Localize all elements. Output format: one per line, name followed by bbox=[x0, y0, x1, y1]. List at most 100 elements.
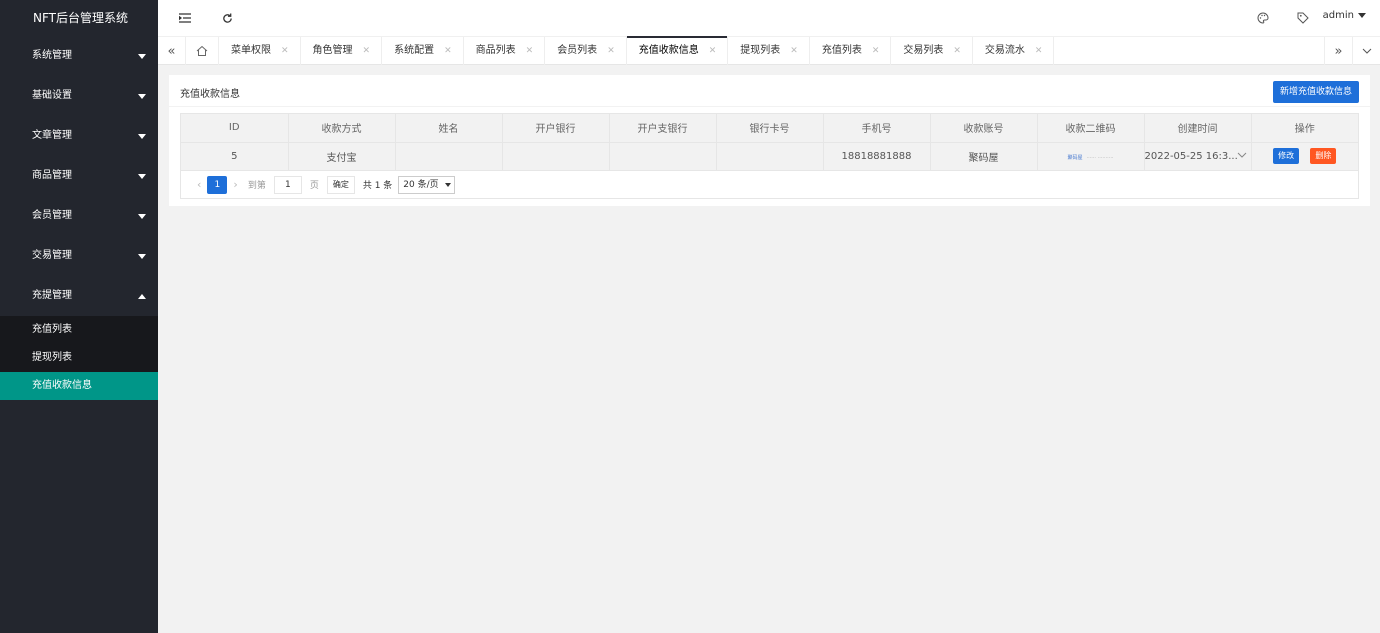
tab-trade-flow[interactable]: 交易流水 ✕ bbox=[973, 37, 1055, 65]
column-header[interactable]: 银行卡号 bbox=[716, 114, 824, 143]
goto-confirm-button[interactable]: 确定 bbox=[326, 175, 355, 194]
tab-label: 交易流水 bbox=[984, 45, 1025, 56]
cell-phone: 18818881888 bbox=[823, 142, 931, 170]
tab-trade-list[interactable]: 交易列表 ✕ bbox=[891, 37, 973, 65]
tab-label: 提现列表 bbox=[740, 45, 781, 56]
column-header[interactable]: 手机号 bbox=[823, 114, 931, 143]
tab-label: 商品列表 bbox=[475, 45, 516, 56]
page-current[interactable]: 1 bbox=[207, 175, 228, 194]
pagination: ‹ 1 › 到第 1 页 确定 共 1 条 20 条/页 bbox=[181, 170, 1358, 198]
tab-goods-list[interactable]: 商品列表 ✕ bbox=[464, 37, 546, 65]
sidebar-item-label: 系统管理 bbox=[32, 50, 72, 61]
qr-code-image[interactable]: 聚码屋 ······ ·········· bbox=[1067, 155, 1113, 161]
cell-branch bbox=[609, 142, 717, 170]
column-header[interactable]: 创建时间 bbox=[1144, 114, 1252, 143]
cell-actions: 修改 删除 bbox=[1251, 142, 1358, 170]
refresh-icon[interactable] bbox=[218, 9, 236, 27]
close-icon[interactable]: ✕ bbox=[281, 46, 289, 56]
menu-fold-icon[interactable] bbox=[176, 9, 194, 27]
close-icon[interactable]: ✕ bbox=[953, 46, 961, 56]
tab-label: 会员列表 bbox=[557, 45, 598, 56]
close-icon[interactable]: ✕ bbox=[790, 46, 798, 56]
caret-up-icon bbox=[138, 294, 146, 299]
tab-menu-permission[interactable]: 菜单权限 ✕ bbox=[219, 37, 301, 65]
cell-method: 支付宝 bbox=[288, 142, 396, 170]
table-row[interactable]: 5 支付宝 18818881888 聚码屋 聚码屋 ······ ········… bbox=[181, 142, 1358, 170]
caret-down-icon bbox=[1358, 12, 1366, 18]
sidebar-item-recharge[interactable]: 充提管理 bbox=[0, 276, 158, 316]
column-header[interactable]: 开户支银行 bbox=[609, 114, 717, 143]
cell-card bbox=[716, 142, 824, 170]
column-header[interactable]: 开户银行 bbox=[502, 114, 610, 143]
close-icon[interactable]: ✕ bbox=[444, 46, 452, 56]
data-table: ID 收款方式 姓名 开户银行 开户支银行 银行卡号 手机号 收款账号 收款二维… bbox=[180, 113, 1359, 199]
tab-system-config[interactable]: 系统配置 ✕ bbox=[382, 37, 464, 65]
close-icon[interactable]: ✕ bbox=[872, 46, 880, 56]
tag-icon[interactable] bbox=[1294, 9, 1312, 27]
home-icon[interactable] bbox=[186, 37, 219, 65]
sidebar-item-goods[interactable]: 商品管理 bbox=[0, 156, 158, 196]
sidebar-item-label: 基础设置 bbox=[32, 90, 72, 101]
close-icon[interactable]: ✕ bbox=[607, 46, 615, 56]
add-recharge-info-button[interactable]: 新增充值收款信息 bbox=[1272, 81, 1359, 103]
sidebar-subitem-withdraw-list[interactable]: 提现列表 bbox=[0, 344, 158, 372]
tab-withdraw-list[interactable]: 提现列表 ✕ bbox=[728, 37, 810, 65]
cell-account: 聚码屋 bbox=[930, 142, 1038, 170]
goto-page-input[interactable]: 1 bbox=[273, 175, 302, 194]
column-header[interactable]: 收款方式 bbox=[288, 114, 396, 143]
sidebar-item-article[interactable]: 文章管理 bbox=[0, 116, 158, 156]
tab-label: 菜单权限 bbox=[231, 45, 271, 56]
scroll-right-icon[interactable]: » bbox=[1324, 37, 1352, 65]
close-icon[interactable]: ✕ bbox=[526, 46, 534, 56]
table-header-row: ID 收款方式 姓名 开户银行 开户支银行 银行卡号 手机号 收款账号 收款二维… bbox=[181, 114, 1358, 143]
qr-text: 聚码屋 bbox=[1067, 154, 1083, 161]
user-menu[interactable]: admin bbox=[1323, 10, 1366, 21]
sidebar-item-member[interactable]: 会员管理 bbox=[0, 196, 158, 236]
tab-recharge-info[interactable]: 充值收款信息 ✕ bbox=[626, 36, 729, 65]
caret-down-icon bbox=[138, 174, 146, 179]
sidebar: NFT后台管理系统 系统管理 基础设置 文章管理 商品管理 会员管理 交易管理 … bbox=[0, 0, 158, 633]
sidebar-item-label: 会员管理 bbox=[32, 210, 72, 221]
prev-page-icon[interactable]: ‹ bbox=[197, 178, 201, 191]
delete-button[interactable]: 删除 bbox=[1310, 148, 1337, 165]
edit-button[interactable]: 修改 bbox=[1273, 148, 1300, 165]
next-page-icon[interactable]: › bbox=[233, 178, 237, 191]
sidebar-subitem-recharge-list[interactable]: 充值列表 bbox=[0, 316, 158, 344]
cell-bank bbox=[502, 142, 610, 170]
column-header[interactable]: 操作 bbox=[1251, 114, 1358, 143]
tab-label: 充值收款信息 bbox=[638, 45, 699, 56]
scroll-left-icon[interactable]: « bbox=[158, 37, 186, 65]
cell-qr[interactable]: 聚码屋 ······ ·········· bbox=[1037, 142, 1145, 170]
theme-icon[interactable] bbox=[1254, 9, 1272, 27]
sidebar-item-basic[interactable]: 基础设置 bbox=[0, 76, 158, 116]
top-header: admin bbox=[158, 0, 1380, 36]
close-icon[interactable]: ✕ bbox=[1035, 46, 1043, 56]
tab-recharge-list[interactable]: 充值列表 ✕ bbox=[810, 37, 892, 65]
tab-role[interactable]: 角色管理 ✕ bbox=[301, 37, 383, 65]
cell-name bbox=[395, 142, 503, 170]
content-card: 充值收款信息 新增充值收款信息 ID 收款方式 姓名 开户银行 开户支银行 银行… bbox=[169, 75, 1370, 206]
tab-label: 系统配置 bbox=[394, 45, 435, 56]
created-time: 2022-05-25 16:3... bbox=[1144, 150, 1238, 162]
column-header[interactable]: 姓名 bbox=[395, 114, 503, 143]
caret-down-icon bbox=[138, 254, 146, 259]
tab-member-list[interactable]: 会员列表 ✕ bbox=[545, 37, 627, 65]
caret-down-icon bbox=[444, 182, 451, 187]
total-count: 共 1 条 bbox=[362, 181, 393, 191]
column-header[interactable]: 收款账号 bbox=[930, 114, 1038, 143]
tab-label: 角色管理 bbox=[312, 45, 353, 56]
page-label: 页 bbox=[309, 181, 319, 191]
sidebar-item-trade[interactable]: 交易管理 bbox=[0, 236, 158, 276]
column-header[interactable]: 收款二维码 bbox=[1037, 114, 1145, 143]
column-header[interactable]: ID bbox=[181, 114, 289, 143]
sidebar-item-system[interactable]: 系统管理 bbox=[0, 36, 158, 76]
page-size-select[interactable]: 20 条/页 bbox=[398, 175, 455, 194]
close-icon[interactable]: ✕ bbox=[709, 46, 717, 56]
tab-label: 交易列表 bbox=[903, 45, 944, 56]
chevron-down-icon[interactable] bbox=[1237, 150, 1247, 161]
divider bbox=[169, 106, 1370, 107]
close-icon[interactable]: ✕ bbox=[363, 46, 371, 56]
sidebar-subitem-recharge-info[interactable]: 充值收款信息 bbox=[0, 372, 158, 400]
caret-down-icon bbox=[138, 134, 146, 139]
chevron-down-icon[interactable] bbox=[1352, 37, 1380, 65]
